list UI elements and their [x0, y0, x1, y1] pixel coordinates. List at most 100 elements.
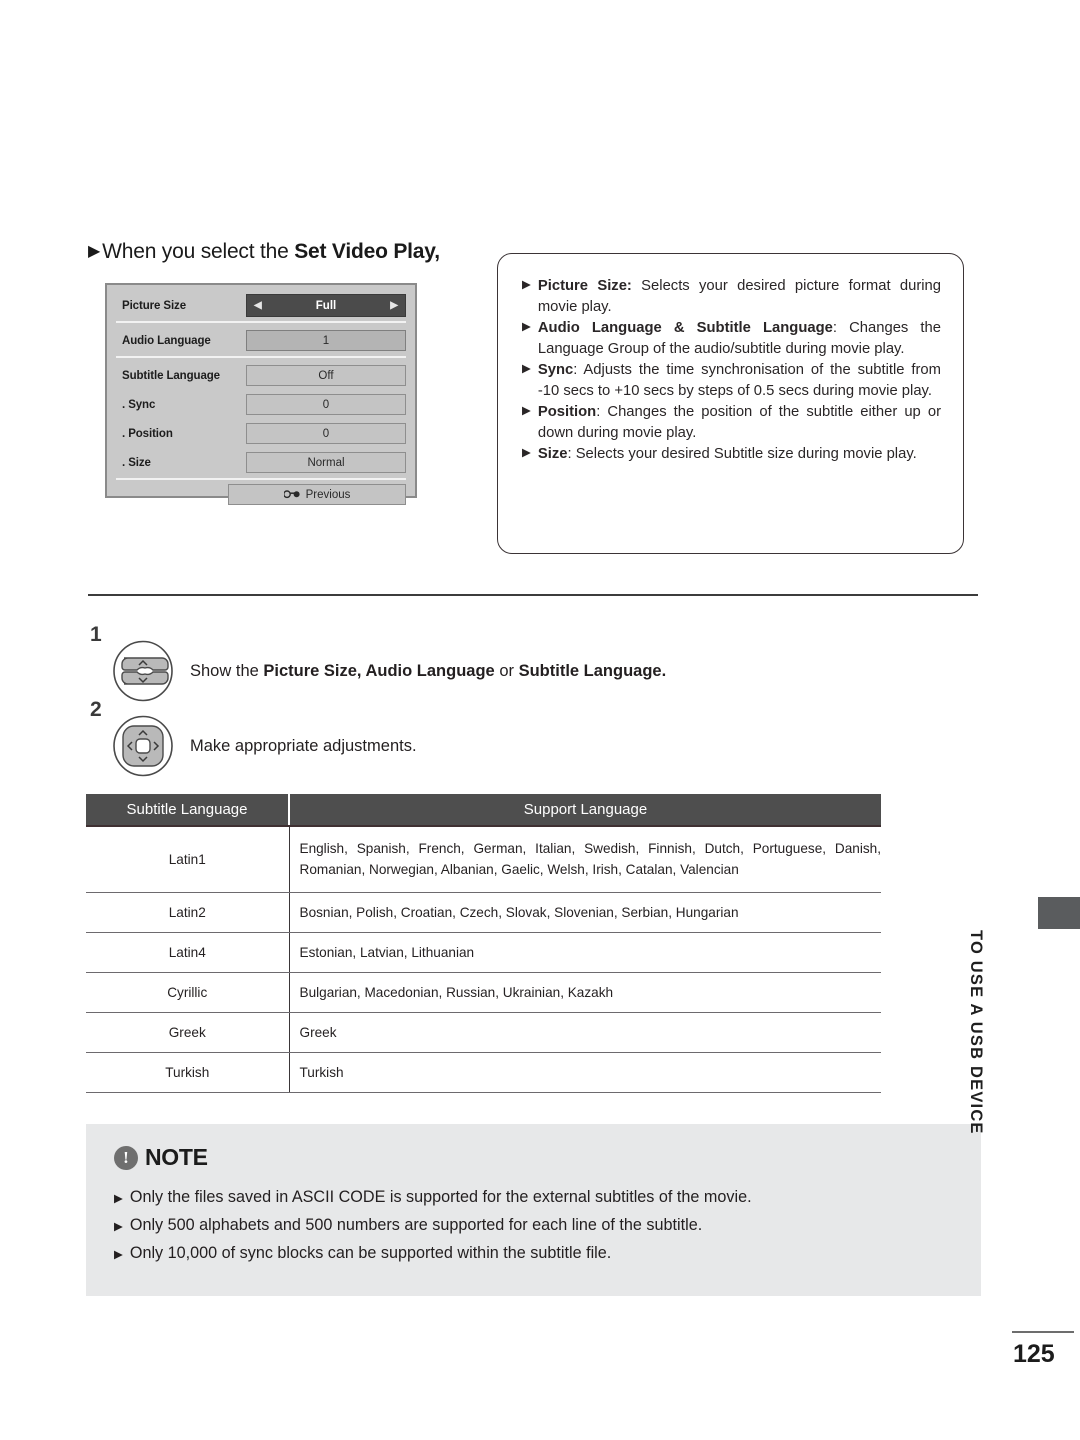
- osd-label-size: . Size: [122, 456, 151, 469]
- bullet-triangle-icon: ▶: [522, 405, 531, 417]
- osd-label-sync: . Sync: [122, 398, 156, 411]
- section-title-bold: Set Video Play,: [294, 240, 440, 263]
- description-term: Size: [537, 446, 568, 462]
- left-arrow-icon[interactable]: ◀: [254, 300, 262, 311]
- step-1-part-2: or: [494, 662, 519, 680]
- previous-button[interactable]: Previous: [228, 484, 406, 505]
- bullet-triangle-icon: ▶: [522, 363, 531, 375]
- table-cell-languages: Estonian, Latvian, Lithuanian: [289, 932, 881, 973]
- bullet-triangle-icon: ▶: [114, 1221, 123, 1233]
- osd-divider-3: [116, 478, 406, 480]
- table-row: Latin1 English, Spanish, French, German,…: [86, 826, 881, 893]
- description-term: Position: [537, 404, 597, 420]
- table-row: Cyrillic Bulgarian, Macedonian, Russian,…: [86, 972, 881, 1013]
- osd-value-sync[interactable]: 0: [246, 394, 406, 415]
- table-cell-languages: English, Spanish, French, German, Italia…: [289, 826, 881, 893]
- table-header-support-language: Support Language: [289, 794, 881, 827]
- description-term: Sync: [537, 362, 574, 378]
- table-cell-languages: Greek: [289, 1012, 881, 1053]
- note-title: NOTE: [145, 1144, 208, 1170]
- bullet-triangle-icon: ▶: [522, 447, 531, 459]
- osd-divider-1: [116, 321, 406, 323]
- section-divider: [88, 594, 978, 596]
- description-text: Size: Selects your desired Subtitle size…: [538, 444, 917, 465]
- description-text: Audio Language & Subtitle Language: Chan…: [538, 318, 941, 360]
- previous-button-label: Previous: [305, 488, 351, 501]
- bullet-triangle-icon: ▶: [114, 1249, 123, 1261]
- exclamation-circle-icon: !: [114, 1145, 138, 1170]
- manual-page: ▶When you select the Set Video Play, Pic…: [0, 0, 1080, 1440]
- osd-label-picture-size: Picture Size: [122, 299, 186, 312]
- step-1-part-0: Show the: [190, 662, 264, 680]
- description-text: Position: Changes the position of the su…: [538, 402, 941, 444]
- right-arrow-icon[interactable]: ▶: [390, 300, 398, 311]
- osd-label-subtitle-language: Subtitle Language: [122, 369, 220, 382]
- description-body: : Selects your desired Subtitle size dur…: [567, 446, 917, 462]
- osd-previous-row: Previous: [116, 484, 406, 505]
- chapter-label: TO USE A USB DEVICE: [967, 930, 985, 1135]
- bullet-triangle-icon: ▶: [114, 1193, 123, 1205]
- note-item-text: Only 10,000 of sync blocks can be suppor…: [129, 1244, 612, 1262]
- osd-value-picture-size[interactable]: ◀ Full ▶: [246, 294, 406, 317]
- table-cell-group: Latin4: [86, 932, 290, 973]
- return-arrow-icon: [283, 489, 300, 500]
- description-text: Picture Size: Selects your desired pictu…: [538, 276, 941, 318]
- note-box: ! NOTE ▶ Only the files saved in ASCII C…: [86, 1124, 981, 1296]
- page-number-rule: [1012, 1331, 1074, 1333]
- table-row: Latin4 Estonian, Latvian, Lithuanian: [86, 932, 881, 973]
- step-number-2: 2: [90, 698, 102, 721]
- chapter-tab-marker: [1038, 897, 1080, 929]
- bullet-triangle-icon: ▶: [522, 321, 531, 333]
- note-item-text: Only 500 alphabets and 500 numbers are s…: [129, 1216, 703, 1234]
- table-cell-group: Latin1: [86, 826, 290, 893]
- osd-label-position: . Position: [122, 427, 173, 440]
- description-item-audio-subtitle-language: ▶ Audio Language & Subtitle Language: Ch…: [522, 318, 941, 360]
- table-row: Latin2 Bosnian, Polish, Croatian, Czech,…: [86, 892, 881, 933]
- note-header: ! NOTE: [114, 1144, 981, 1171]
- note-item: ▶ Only 500 alphabets and 500 numbers are…: [114, 1216, 981, 1235]
- osd-row-sync[interactable]: . Sync 0: [116, 391, 406, 418]
- osd-row-subtitle-language[interactable]: Subtitle Language Off: [116, 362, 406, 389]
- description-term: Picture Size:: [537, 278, 632, 294]
- table-cell-languages: Bulgarian, Macedonian, Russian, Ukrainia…: [289, 972, 881, 1013]
- note-item: ▶ Only 10,000 of sync blocks can be supp…: [114, 1244, 981, 1263]
- description-body: : Adjusts the time synchronisation of th…: [537, 362, 941, 399]
- description-item-size: ▶ Size: Selects your desired Subtitle si…: [522, 444, 941, 465]
- osd-value-subtitle-language[interactable]: Off: [246, 365, 406, 386]
- description-term: Audio Language & Subtitle Language: [537, 320, 833, 336]
- subtitle-language-table: Subtitle Language Support Language Latin…: [86, 794, 881, 1093]
- table-cell-group: Turkish: [86, 1052, 290, 1093]
- table-cell-languages: Turkish: [289, 1052, 881, 1093]
- osd-divider-2: [116, 356, 406, 358]
- up-down-navigation-button-icon: [112, 640, 174, 707]
- table-row: Greek Greek: [86, 1012, 881, 1053]
- osd-row-picture-size[interactable]: Picture Size ◀ Full ▶: [116, 292, 406, 319]
- osd-value-size[interactable]: Normal: [246, 452, 406, 473]
- description-box: ▶ Picture Size: Selects your desired pic…: [497, 253, 964, 554]
- bullet-triangle-icon: ▶: [522, 279, 531, 291]
- table-cell-group: Latin2: [86, 892, 290, 933]
- description-item-picture-size: ▶ Picture Size: Selects your desired pic…: [522, 276, 941, 318]
- description-item-sync: ▶ Sync: Adjusts the time synchronisation…: [522, 360, 941, 402]
- step-1-part-3: Subtitle Language.: [518, 662, 667, 680]
- osd-value-picture-size-text: Full: [315, 299, 337, 312]
- note-item-text: Only the files saved in ASCII CODE is su…: [129, 1188, 752, 1206]
- step-text-2: Make appropriate adjustments.: [190, 737, 417, 756]
- osd-row-size[interactable]: . Size Normal: [116, 449, 406, 476]
- description-text: Sync: Adjusts the time synchronisation o…: [538, 360, 941, 402]
- osd-value-audio-language[interactable]: 1: [246, 330, 406, 351]
- description-item-position: ▶ Position: Changes the position of the …: [522, 402, 941, 444]
- four-way-navigation-button-icon: [112, 715, 174, 782]
- step-2-part-0: Make appropriate adjustments.: [190, 737, 417, 755]
- table-cell-languages: Bosnian, Polish, Croatian, Czech, Slovak…: [289, 892, 881, 933]
- osd-label-audio-language: Audio Language: [122, 334, 211, 347]
- table-cell-group: Cyrillic: [86, 972, 290, 1013]
- osd-row-position[interactable]: . Position 0: [116, 420, 406, 447]
- osd-value-position[interactable]: 0: [246, 423, 406, 444]
- step-text-1: Show the Picture Size, Audio Language or…: [190, 662, 666, 681]
- osd-menu-panel: Picture Size ◀ Full ▶ Audio Language 1 S…: [105, 283, 417, 505]
- step-1-part-1: Picture Size, Audio Language: [263, 662, 495, 680]
- section-title: ▶When you select the Set Video Play,: [88, 240, 440, 264]
- table-row: Turkish Turkish: [86, 1052, 881, 1093]
- osd-row-audio-language[interactable]: Audio Language 1: [116, 327, 406, 354]
